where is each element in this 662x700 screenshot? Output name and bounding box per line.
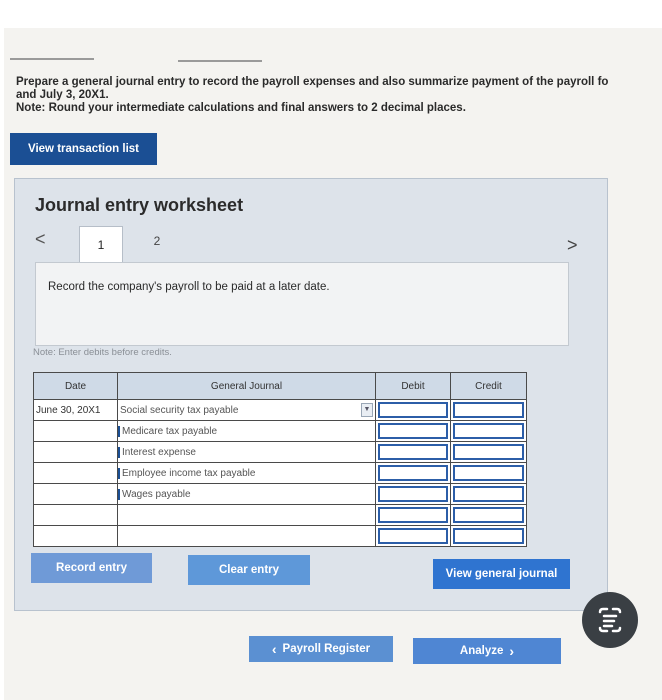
view-general-journal-button[interactable]: View general journal [433,559,570,589]
table-row: Wages payable [33,483,527,505]
description-box: Record the company's payroll to be paid … [35,262,569,346]
table-row: Employee income tax payable [33,462,527,484]
account-select[interactable]: Interest expense [117,441,376,463]
credit-input[interactable] [450,525,527,547]
debit-input[interactable] [375,399,451,421]
header-debit: Debit [375,372,451,400]
journal-table: Date General Journal Debit Credit June 3… [33,372,527,547]
prev-button-label: Payroll Register [282,643,371,655]
date-cell[interactable] [33,504,118,526]
credit-input[interactable] [450,399,527,421]
worksheet-title: Journal entry worksheet [35,195,244,215]
account-select[interactable]: Wages payable [117,483,376,505]
browser-top-area [0,0,662,28]
journal-entry-worksheet: Journal entry worksheet < 1 2 > Record t… [14,178,608,611]
account-select[interactable]: Social security tax payable ▼ [117,399,376,421]
account-text: Medicare tax payable [118,425,217,437]
chat-help-icon[interactable] [582,592,638,648]
chevron-left-icon: ‹ [271,641,277,657]
debit-input[interactable] [375,504,451,526]
account-text: Social security tax payable [120,404,239,416]
account-select[interactable]: Employee income tax payable [117,462,376,484]
description-text: Record the company's payroll to be paid … [48,281,330,293]
account-select[interactable] [117,504,376,526]
debit-input[interactable] [375,483,451,505]
account-text: Employee income tax payable [118,467,255,479]
debits-note: Note: Enter debits before credits. [33,347,172,358]
chevron-right-icon[interactable]: > [567,235,578,256]
chat-lines-icon [598,607,622,633]
instructions-line-1: Prepare a general journal entry to recor… [16,76,609,88]
date-cell[interactable] [33,462,118,484]
account-select[interactable]: Medicare tax payable [117,420,376,442]
account-text: Wages payable [118,488,191,500]
table-row [33,525,527,547]
tab-divider [10,58,94,60]
date-cell[interactable] [33,483,118,505]
next-analyze-button[interactable]: Analyze › [413,638,561,664]
view-transaction-list-button[interactable]: View transaction list [10,133,157,165]
credit-input[interactable] [450,462,527,484]
debit-input[interactable] [375,441,451,463]
credit-input[interactable] [450,504,527,526]
instructions-note: Note: Round your intermediate calculatio… [16,102,466,114]
instructions: Prepare a general journal entry to recor… [16,76,662,115]
header-general-journal: General Journal [117,372,376,400]
debit-input[interactable] [375,525,451,547]
table-row: Interest expense [33,441,527,463]
table-row [33,504,527,526]
instructions-line-2: and July 3, 20X1. [16,89,109,101]
header-date: Date [33,372,118,400]
credit-input[interactable] [450,441,527,463]
date-cell[interactable] [33,441,118,463]
date-cell[interactable] [33,420,118,442]
chevron-left-icon[interactable]: < [35,229,46,250]
date-cell[interactable] [33,525,118,547]
tab-page-2[interactable]: 2 [147,229,167,253]
account-select[interactable] [117,525,376,547]
tab-page-1[interactable]: 1 [79,226,123,263]
chevron-right-icon: › [509,643,515,659]
next-button-label: Analyze [459,645,504,657]
credit-input[interactable] [450,420,527,442]
debit-input[interactable] [375,462,451,484]
prev-payroll-register-button[interactable]: ‹ Payroll Register [249,636,393,662]
date-cell[interactable]: June 30, 20X1 [33,399,118,421]
credit-input[interactable] [450,483,527,505]
table-row: Medicare tax payable [33,420,527,442]
debit-input[interactable] [375,420,451,442]
table-row: June 30, 20X1 Social security tax payabl… [33,399,527,421]
account-text: Interest expense [118,446,196,458]
record-entry-button[interactable]: Record entry [31,553,152,583]
header-credit: Credit [450,372,527,400]
dropdown-arrow-icon[interactable]: ▼ [361,403,373,417]
clear-entry-button[interactable]: Clear entry [188,555,310,585]
tab-divider [178,60,262,62]
